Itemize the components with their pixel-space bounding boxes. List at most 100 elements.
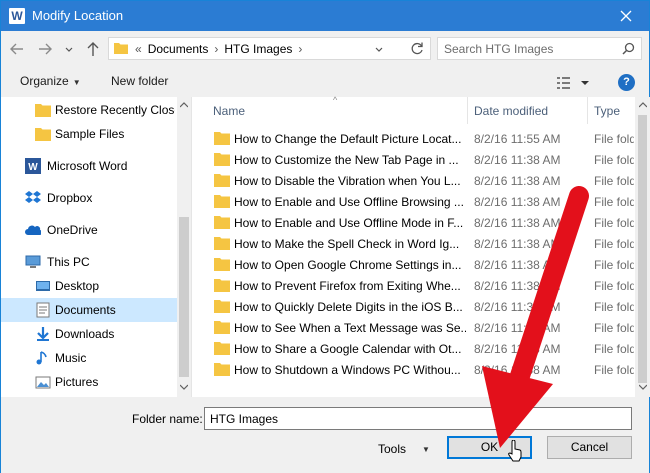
file-type: File folder (594, 321, 634, 335)
folder-icon (214, 258, 230, 271)
cancel-button[interactable]: Cancel (547, 436, 632, 459)
title-bar[interactable]: W Modify Location (1, 1, 649, 31)
table-row[interactable]: How to Disable the Vibration when You L.… (192, 170, 635, 191)
sidebar-item-label: Downloads (55, 327, 115, 341)
file-date: 8/2/16 11:38 AM (474, 174, 561, 188)
file-type: File folder (594, 258, 634, 272)
sidebar-item-downloads[interactable]: Downloads (1, 322, 177, 346)
breadcrumb-separator[interactable]: › (214, 42, 218, 56)
table-row[interactable]: How to See When a Text Message was Se...… (192, 317, 635, 338)
table-row[interactable]: How to Make the Spell Check in Word Ig..… (192, 233, 635, 254)
sidebar-item-restore-recently-closed[interactable]: Restore Recently Close (1, 98, 177, 122)
scroll-up-icon[interactable] (639, 102, 647, 108)
table-row[interactable]: How to Open Google Chrome Settings in...… (192, 254, 635, 275)
file-name: How to Share a Google Calendar with Ot..… (234, 342, 462, 356)
folder-name-field (204, 407, 632, 430)
column-header-date-modified[interactable]: Date modified (474, 104, 548, 118)
file-date: 8/2/16 11:38 AM (474, 363, 561, 377)
search-icon[interactable] (622, 42, 635, 55)
table-row[interactable]: How to Change the Default Picture Locat.… (192, 128, 635, 149)
address-dropdown-button[interactable] (373, 39, 393, 59)
tools-button[interactable]: Tools (378, 442, 406, 456)
table-row[interactable]: How to Enable and Use Offline Mode in F.… (192, 212, 635, 233)
column-header-type[interactable]: Type (594, 104, 620, 118)
sidebar-item-microsoft-word[interactable]: W Microsoft Word (1, 154, 177, 178)
table-row[interactable]: How to Prevent Firefox from Exiting Whe.… (192, 275, 635, 296)
folder-name-input[interactable] (210, 410, 620, 427)
scroll-down-icon[interactable] (180, 384, 188, 390)
documents-icon (36, 302, 50, 318)
caret-down-icon: ▼ (72, 78, 81, 87)
svg-text:W: W (28, 162, 38, 173)
sidebar-item-documents[interactable]: Documents (1, 298, 177, 322)
dialog-footer: Folder name: Tools ▼ OK Cancel (1, 397, 649, 473)
caret-down-icon[interactable]: ▼ (422, 445, 430, 454)
file-type: File folder (594, 300, 634, 314)
folder-icon (214, 279, 230, 292)
new-folder-button[interactable]: New folder (111, 74, 168, 88)
details-view-icon (557, 77, 589, 89)
column-header-name[interactable]: Name (213, 104, 245, 118)
back-button[interactable] (9, 39, 29, 59)
sidebar-item-label: Desktop (55, 279, 100, 293)
column-header-row: ^ Name Date modified Type (192, 95, 635, 124)
refresh-button[interactable] (409, 39, 429, 59)
file-type: File folder (594, 216, 634, 230)
sidebar-item-sample-files[interactable]: Sample Files (1, 122, 177, 146)
file-type: File folder (594, 363, 634, 377)
file-date: 8/2/16 11:55 AM (474, 132, 561, 146)
up-button[interactable] (85, 39, 105, 59)
scroll-down-icon[interactable] (639, 384, 647, 390)
dropbox-icon (25, 191, 41, 203)
sidebar-item-desktop[interactable]: Desktop (1, 274, 177, 298)
scroll-up-icon[interactable] (180, 102, 188, 108)
pictures-icon (35, 376, 51, 389)
music-icon (36, 351, 47, 365)
word-app-icon: W (9, 8, 25, 24)
column-divider[interactable] (587, 97, 588, 124)
breadcrumb-separator[interactable]: › (298, 42, 302, 56)
breadcrumb-overflow[interactable]: « (135, 42, 142, 56)
search-input[interactable] (444, 40, 614, 57)
table-row[interactable]: How to Enable and Use Offline Browsing .… (192, 191, 635, 212)
sidebar-item-music[interactable]: Music (1, 346, 177, 370)
sidebar-item-label: This PC (47, 255, 90, 269)
organize-button[interactable]: Organize ▼ (20, 74, 81, 88)
browser-body: Restore Recently Close Sample Files W Mi… (1, 95, 650, 397)
downloads-icon (37, 327, 49, 341)
sidebar-item-label: Microsoft Word (47, 159, 128, 173)
sidebar-item-this-pc[interactable]: This PC (1, 250, 177, 274)
file-name: How to Change the Default Picture Locat.… (234, 132, 462, 146)
recent-locations-button[interactable] (63, 39, 83, 59)
table-row[interactable]: How to Share a Google Calendar with Ot..… (192, 338, 635, 359)
table-row[interactable]: How to Quickly Delete Digits in the iOS … (192, 296, 635, 317)
file-type: File folder (594, 195, 634, 209)
scrollbar-thumb[interactable] (638, 115, 647, 383)
table-row[interactable]: How to Customize the New Tab Page in ...… (192, 149, 635, 170)
forward-button[interactable] (37, 39, 57, 59)
file-list-scrollbar[interactable] (635, 97, 650, 397)
navigation-scrollbar[interactable] (177, 97, 191, 397)
breadcrumb-documents[interactable]: Documents (148, 42, 209, 56)
file-name: How to Enable and Use Offline Mode in F.… (234, 216, 464, 230)
folder-icon (35, 104, 51, 117)
breadcrumb: « Documents › HTG Images › (135, 42, 308, 56)
close-button[interactable] (603, 1, 649, 31)
sidebar-item-dropbox[interactable]: Dropbox (1, 186, 177, 210)
scrollbar-thumb[interactable] (179, 217, 189, 377)
sidebar-item-onedrive[interactable]: OneDrive (1, 218, 177, 242)
onedrive-icon (25, 225, 41, 236)
column-divider[interactable] (467, 97, 468, 124)
folder-icon (214, 195, 230, 208)
forward-arrow-icon (39, 43, 52, 55)
file-name: How to Quickly Delete Digits in the iOS … (234, 300, 463, 314)
desktop-icon (36, 281, 50, 291)
table-row[interactable]: How to Shutdown a Windows PC Withou... 8… (192, 359, 635, 380)
breadcrumb-htg-images[interactable]: HTG Images (224, 42, 292, 56)
folder-name-label: Folder name: (132, 412, 203, 426)
sidebar-item-pictures[interactable]: Pictures (1, 370, 177, 394)
change-view-button[interactable] (556, 75, 594, 91)
organize-label: Organize (20, 74, 69, 88)
help-button[interactable]: ? (618, 74, 635, 91)
file-name: How to See When a Text Message was Se... (234, 321, 466, 335)
